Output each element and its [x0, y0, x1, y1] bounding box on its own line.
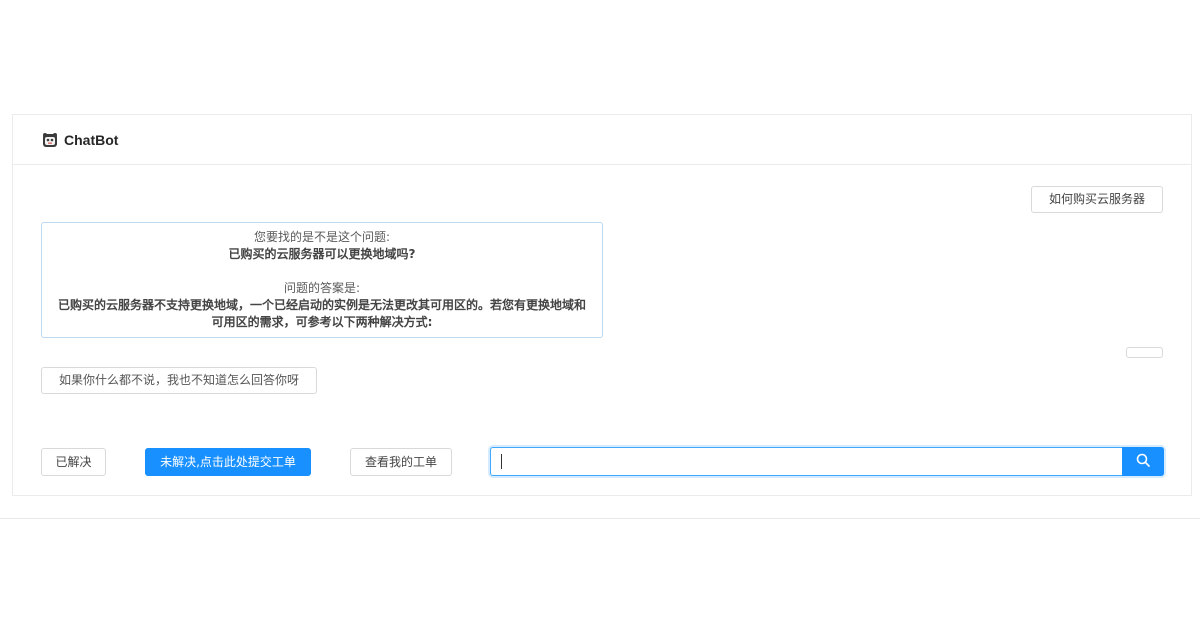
answer-label: 问题的答案是: — [283, 281, 361, 295]
answer-spacer — [58, 263, 586, 280]
submit-ticket-button[interactable]: 未解决,点击此处提交工单 — [145, 448, 311, 476]
text-cursor — [501, 454, 502, 469]
search-box — [490, 447, 1164, 476]
my-tickets-button[interactable]: 查看我的工单 — [350, 448, 452, 476]
bot-message-bubble: 如果你什么都不说，我也不知道怎么回答你呀 — [41, 367, 318, 394]
user-message-bubble: 如何购买云服务器 — [1030, 186, 1163, 213]
user-empty-message-bubble — [1126, 347, 1163, 358]
matched-question: 已购买的云服务器可以更换地域吗? — [228, 247, 416, 261]
page-divider — [0, 518, 1200, 519]
answer-text: 已购买的云服务器不支持更换地域，一个已经启动的实例是无法更改其可用区的。若您有更… — [58, 298, 587, 329]
chatbot-panel: ChatBot 如何购买云服务器 您要找的是不是这个问题: 已购买的云服务器可以… — [12, 114, 1192, 496]
question-label: 您要找的是不是这个问题: — [253, 230, 391, 244]
bot-avatar-icon — [42, 132, 58, 148]
search-button[interactable] — [1122, 447, 1164, 476]
chatbot-title: ChatBot — [64, 131, 119, 148]
resolved-button[interactable]: 已解决 — [41, 448, 106, 476]
search-input[interactable] — [491, 448, 1123, 475]
search-icon — [1136, 452, 1150, 471]
answer-card: 您要找的是不是这个问题: 已购买的云服务器可以更换地域吗? 问题的答案是: 已购… — [41, 222, 603, 338]
chatbot-header: ChatBot — [13, 115, 1191, 165]
